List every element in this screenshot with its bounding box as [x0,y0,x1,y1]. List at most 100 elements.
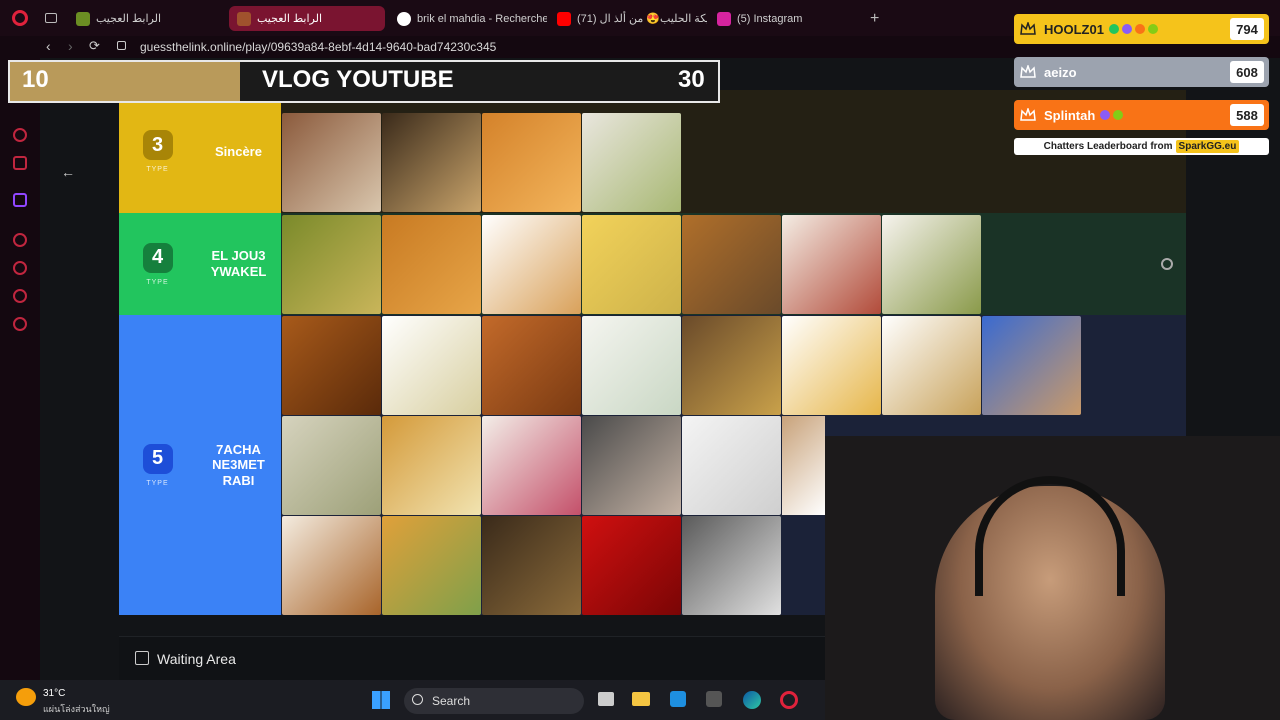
edge-icon[interactable] [743,691,761,709]
tier-name: Sincère [196,90,281,213]
crown-icon [1020,108,1036,121]
history-icon[interactable] [13,261,27,275]
tier-rank-badge: 3 [142,130,173,160]
food-image-tile[interactable] [882,316,981,415]
taskbar-search[interactable] [404,688,584,714]
leaderboard-name: aeizo [1044,64,1077,80]
image-icon [135,651,149,665]
headphones [975,476,1125,596]
food-image-tile[interactable] [382,416,481,515]
badge-icon [1113,110,1124,120]
tier-rank-cell: 5 TYPE [119,315,196,615]
round-title: VLOG YOUTUBE [262,66,454,93]
crown-icon [1020,65,1036,78]
timer-total: 30 [678,66,705,93]
food-image-tile[interactable] [582,113,681,212]
food-image-tile[interactable] [282,516,381,615]
weather-description: แผ่นโล่งส่วนใหญ่ [43,704,110,714]
badge-icon [1121,24,1132,34]
tab-2[interactable]: الرابط العجيب [229,6,385,31]
tier-settings-icon[interactable] [1161,258,1173,270]
tab-label: (5) Instagram [737,12,803,25]
task-view-icon[interactable] [598,692,614,706]
tab-4[interactable]: (71) بريكة الحليب😍 من ألذ ال [549,6,707,31]
food-image-tile[interactable] [682,416,781,515]
leaderboard-score: 588 [1230,104,1264,126]
new-tab-icon[interactable]: + [870,10,879,28]
tab-3[interactable]: brik el mahdia - Recherche [389,6,547,31]
file-explorer-icon[interactable] [632,692,650,706]
tab-label: الرابط العجيب [257,13,323,25]
weather-icon [16,688,36,706]
food-image-tile[interactable] [782,316,881,415]
crown-icon [1020,22,1036,35]
tier-rank-badge: 4 [142,242,173,273]
url-field[interactable]: guessthelink.online/play/09639a84-8ebf-4… [140,40,496,54]
tab-label: (71) بريكة الحليب😍 من ألذ ال [577,13,707,25]
food-image-tile[interactable] [782,215,881,314]
tier-name: 7ACHA NE3MET RABI [196,315,281,615]
workspace-icon[interactable] [45,13,57,23]
food-image-tile[interactable] [582,215,681,314]
reload-icon[interactable]: ⟳ [89,38,100,54]
extensions-icon[interactable] [13,289,27,303]
badge-icon [1147,24,1158,34]
food-image-tile[interactable] [382,516,481,615]
weather-temperature: 31°C [43,688,66,699]
back-icon[interactable]: ‹ [46,38,51,54]
food-image-tile[interactable] [582,516,681,615]
tab-1[interactable]: الرابط العجيب [68,6,228,31]
google-icon [397,11,411,26]
tab-5[interactable]: (5) Instagram [709,6,859,31]
food-image-tile[interactable] [382,113,481,212]
food-image-tile[interactable] [482,113,581,212]
food-image-tile[interactable] [382,316,481,415]
food-image-tile[interactable] [682,516,781,615]
tier-rank-badge: 5 [142,443,173,474]
app-icon[interactable] [706,691,722,707]
food-image-tile[interactable] [482,215,581,314]
food-image-tile[interactable] [282,416,381,515]
food-image-tile[interactable] [682,316,781,415]
taskbar-search-label: Search [432,694,471,708]
tier-type-label: TYPE [146,166,169,173]
food-image-tile[interactable] [482,316,581,415]
food-image-tile[interactable] [582,416,681,515]
sidebar-app-icon[interactable] [13,128,27,142]
food-image-tile[interactable] [882,215,981,314]
sidebar-app-icon[interactable] [13,156,27,170]
leaderboard-entry-2: aeizo 608 [1014,57,1269,87]
leaderboard-footer-text: Chatters Leaderboard from [1043,141,1173,152]
leaderboard-score: 794 [1230,18,1264,40]
browser-sidebar [0,58,40,680]
food-image-tile[interactable] [282,215,381,314]
food-image-tile[interactable] [282,113,381,212]
food-image-tile[interactable] [482,516,581,615]
tab-favicon [76,11,90,26]
food-image-tile[interactable] [782,416,825,515]
food-image-tile[interactable] [982,316,1081,415]
forward-icon[interactable]: › [68,38,73,54]
badge-icon [1134,24,1145,34]
opera-taskbar-icon[interactable] [780,691,798,709]
leaderboard-name: HOOLZ01 [1044,21,1104,37]
windows-start-icon[interactable] [372,691,390,709]
leaderboard-name: Splintah [1044,107,1096,123]
food-image-tile[interactable] [582,316,681,415]
tab-label: brik el mahdia - Recherche [417,12,547,25]
food-image-tile[interactable] [382,215,481,314]
settings-icon[interactable] [13,317,27,331]
food-image-tile[interactable] [282,316,381,415]
webcam-feed [825,436,1280,720]
opera-logo-icon[interactable] [12,10,28,26]
tier-type-label: TYPE [146,479,169,487]
store-icon[interactable] [670,691,686,707]
tier-rank-cell: 4 TYPE [119,213,196,315]
food-image-tile[interactable] [682,215,781,314]
food-image-tile[interactable] [482,416,581,515]
back-arrow-icon[interactable]: ← [61,164,75,180]
player-icon[interactable] [13,233,27,247]
twitch-icon[interactable] [13,193,27,207]
tier-type-label: TYPE [146,278,169,286]
badge-icon [1100,110,1111,120]
